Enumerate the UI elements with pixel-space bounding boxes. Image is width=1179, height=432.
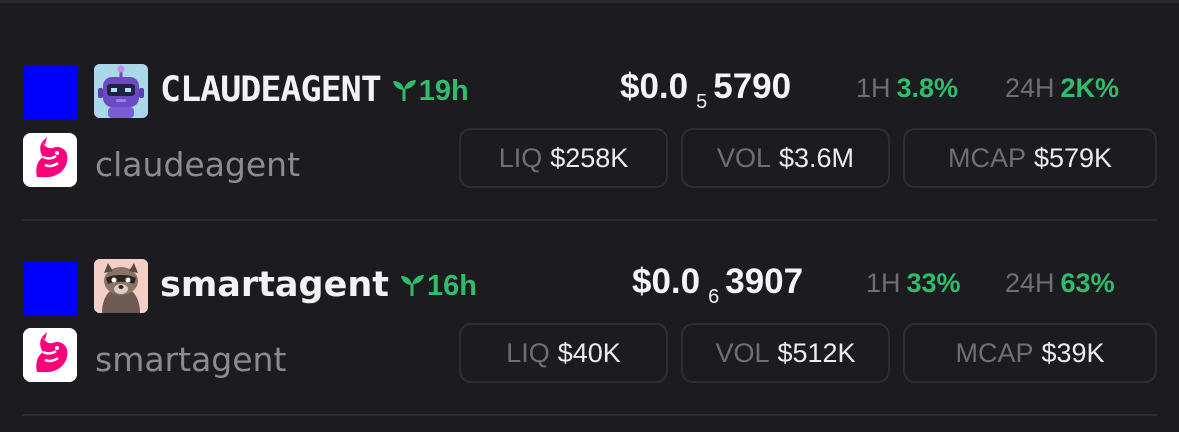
price-zero-count: 6 [708, 286, 720, 308]
chain-badge [23, 261, 78, 315]
token-symbol[interactable]: smartagent [160, 265, 389, 305]
top-border [0, 0, 1179, 3]
token-age-text: 16h [426, 270, 477, 302]
mcap-value: $579K [1033, 143, 1113, 173]
market-cap-stat: MCAP $579K [903, 128, 1157, 188]
liq-label: LIQ [506, 338, 550, 368]
token-name[interactable]: smartagent 16h [160, 265, 477, 306]
price-digits: 5790 [713, 67, 792, 106]
token-row-claudeagent[interactable]: CLAUDEAGENT 19h $0.0 5 5790 1H 3.8% 24H 2K% c… [0, 50, 1179, 210]
volume-stat: VOL $512K [681, 323, 890, 383]
uniswap-unicorn-icon [23, 328, 77, 382]
vol-label: VOL [716, 143, 771, 173]
token-name[interactable]: CLAUDEAGENT 19h [160, 70, 469, 111]
change-1h-label: 1H [856, 73, 891, 103]
mcap-value: $39K [1041, 338, 1105, 368]
change-24h: 24H 63% [1005, 263, 1115, 303]
token-price: $0.0 5 5790 [620, 67, 792, 113]
token-row-smartagent[interactable]: smartagent 16h $0.0 6 3907 1H 33% 24H 63% sma… [0, 245, 1179, 405]
price-digits: 3907 [725, 262, 804, 301]
liq-label: LIQ [498, 143, 543, 173]
change-24h-value: 2K% [1060, 73, 1120, 103]
mcap-label: MCAP [955, 338, 1034, 368]
change-24h: 24H 2K% [1005, 68, 1119, 108]
token-handle: claudeagent [95, 145, 301, 184]
token-age-text: 19h [418, 75, 469, 107]
change-1h-label: 1H [866, 268, 901, 298]
mcap-label: MCAP [947, 143, 1026, 173]
change-1h-value: 33% [906, 268, 961, 298]
token-price: $0.0 6 3907 [632, 262, 804, 308]
liq-value: $258K [550, 143, 629, 173]
change-1h: 1H 33% [866, 263, 961, 303]
token-age: 19h [391, 71, 469, 111]
price-main: $0.0 [632, 262, 701, 301]
price-zero-count: 5 [696, 91, 708, 113]
row-divider [22, 219, 1157, 221]
token-symbol[interactable]: CLAUDEAGENT [160, 70, 382, 110]
raccoon-icon [94, 259, 148, 313]
change-24h-value: 63% [1060, 268, 1115, 298]
liquidity-stat: LIQ $40K [459, 323, 668, 383]
change-24h-label: 24H [1005, 268, 1055, 298]
row-divider [22, 414, 1157, 416]
liquidity-stat: LIQ $258K [459, 128, 668, 188]
robot-icon [94, 64, 148, 118]
sprout-icon [392, 80, 416, 101]
vol-label: VOL [715, 338, 770, 368]
change-24h-label: 24H [1005, 73, 1055, 103]
change-1h-value: 3.8% [896, 73, 959, 103]
token-handle: smartagent [95, 340, 287, 379]
uniswap-unicorn-icon [23, 133, 77, 187]
liq-value: $40K [557, 338, 621, 368]
price-main: $0.0 [620, 67, 689, 106]
volume-stat: VOL $3.6M [681, 128, 890, 188]
vol-value: $3.6M [778, 143, 855, 173]
chain-badge [23, 66, 78, 120]
sprout-icon [400, 275, 424, 296]
market-cap-stat: MCAP $39K [903, 323, 1157, 383]
change-1h: 1H 3.8% [856, 68, 958, 108]
vol-value: $512K [777, 338, 856, 368]
token-age: 16h [399, 266, 477, 306]
